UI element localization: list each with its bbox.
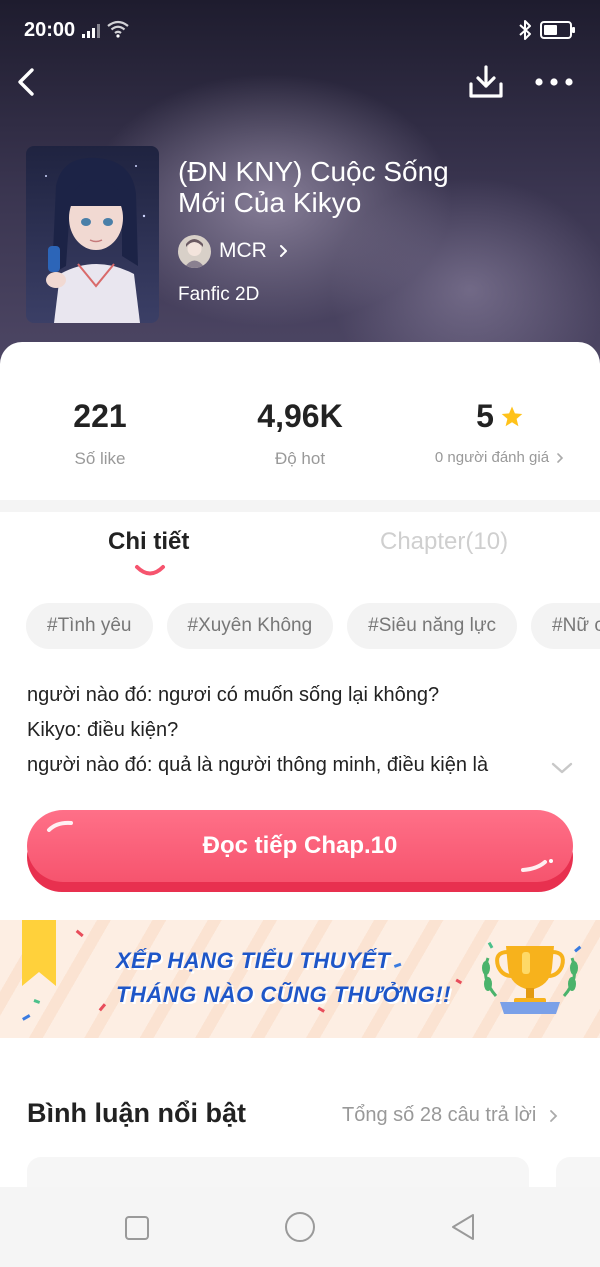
rating-count-label: 0 người đánh giá (434, 449, 550, 466)
featured-comments-title: Bình luận nổi bật (27, 1098, 246, 1128)
status-bar: 20:00 (0, 0, 600, 60)
tab-detail[interactable]: Chi tiết (108, 528, 189, 556)
tag-list: #Tình yêu #Xuyên Không #Siêu năng lực #N… (26, 603, 600, 649)
active-tab-indicator (135, 565, 165, 576)
rating-row: 5 (420, 398, 580, 435)
author-link[interactable]: MCR (178, 234, 291, 268)
hot-count: 4,96K (257, 398, 343, 434)
chevron-down-icon[interactable] (550, 760, 574, 776)
likes-label: Số like (74, 449, 126, 468)
rating-label-row: 0 người đánh giá (420, 449, 580, 466)
continue-reading-button[interactable]: Đọc tiếp Chap.10 (27, 810, 573, 882)
back-nav-icon[interactable] (449, 1212, 479, 1242)
trophy-icon (482, 946, 578, 1014)
status-time: 20:00 (24, 19, 76, 41)
stats-card: 221 Số like 4,96K Độ hot 5 0 người đánh … (0, 342, 600, 502)
chevron-right-icon (279, 245, 287, 257)
book-description: người nào đó: ngươi có muốn sống lại khô… (27, 678, 557, 783)
description-line: Kikyo: điều kiện? (27, 719, 179, 741)
rating-value: 5 (476, 398, 494, 434)
tag-chip[interactable]: #Xuyên Không (166, 603, 334, 649)
signal-icon (82, 24, 100, 38)
hot-label: Độ hot (274, 449, 326, 468)
wifi-icon (107, 20, 129, 38)
banner-line-1: XẾP HẠNG TIỂU THUYẾT (116, 948, 391, 973)
more-options-icon[interactable] (532, 66, 576, 98)
back-button[interactable] (10, 64, 46, 100)
comments-total-label: Tổng số 28 câu trả lời (342, 1104, 537, 1126)
banner-line-2: THÁNG NÀO CŨNG THƯỞNG!! (116, 982, 451, 1007)
banner-headline: XẾP HẠNG TIỂU THUYẾT THÁNG NÀO CŨNG THƯỞ… (116, 944, 451, 1012)
tag-chip[interactable]: #Siêu năng lực (347, 603, 518, 649)
chevron-right-icon (557, 452, 564, 463)
stat-likes: 221 Số like (40, 398, 160, 469)
description-line: người nào đó: ngươi có muốn sống lại khô… (27, 684, 440, 706)
battery-icon (540, 21, 575, 39)
comments-total-link[interactable]: Tổng số 28 câu trả lời (342, 1104, 558, 1127)
tag-chip[interactable]: #Nữ cường (531, 603, 600, 649)
book-title: (ĐN KNY) Cuộc Sống Mới Của Kikyo (178, 156, 508, 218)
stat-rating[interactable]: 5 0 người đánh giá (420, 398, 580, 466)
tab-chapter[interactable]: Chapter(10) (380, 528, 508, 556)
bookmark-ribbon-icon (22, 920, 56, 986)
app-screen: 20:00 (ĐN KNY) Cuộc Sống Mới Của Kikyo M… (0, 0, 600, 1267)
book-cover-image[interactable] (26, 146, 159, 323)
bluetooth-icon (519, 20, 531, 40)
author-avatar (178, 234, 211, 268)
book-title-line-1: (ĐN KNY) Cuộc Sống (178, 156, 449, 187)
chevron-right-icon (550, 1109, 558, 1122)
continue-reading-label: Đọc tiếp Chap.10 (202, 832, 398, 859)
section-divider (0, 500, 600, 512)
book-title-line-2: Mới Của Kikyo (178, 187, 362, 218)
book-genre: Fanfic 2D (178, 284, 260, 305)
likes-count: 221 (73, 398, 127, 434)
description-line: người nào đó: quả là người thông minh, đ… (27, 754, 489, 776)
home-icon[interactable] (284, 1211, 316, 1243)
download-icon[interactable] (466, 62, 506, 102)
recent-apps-icon[interactable] (124, 1215, 150, 1241)
stat-hot: 4,96K Độ hot (225, 398, 375, 469)
button-shine-decoration (47, 820, 73, 832)
author-name: MCR (219, 239, 267, 262)
star-icon (501, 406, 523, 426)
tag-chip[interactable]: #Tình yêu (26, 603, 153, 649)
button-shine-decoration (521, 859, 553, 872)
